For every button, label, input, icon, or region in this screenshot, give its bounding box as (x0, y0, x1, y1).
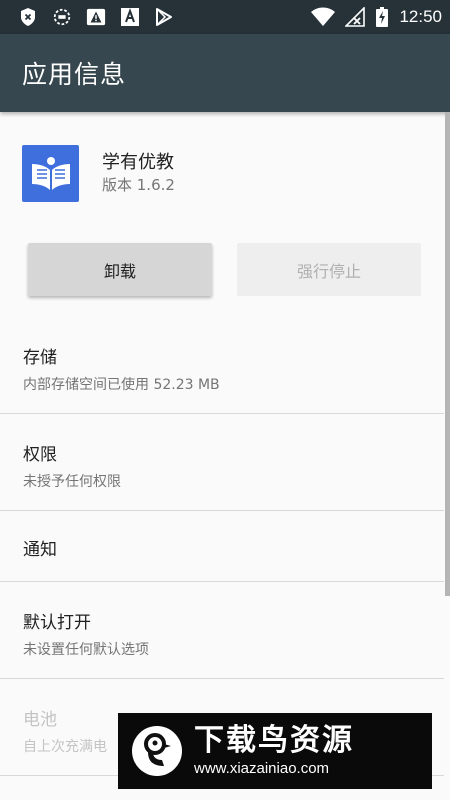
list-item-notifications[interactable]: 通知 (0, 535, 444, 560)
open-book-icon (31, 156, 70, 190)
force-stop-button[interactable]: 强行停止 (237, 243, 421, 296)
divider (0, 678, 444, 679)
battery-charging-icon (375, 7, 389, 27)
notification-icons (18, 7, 174, 27)
list-item-open-by-default[interactable]: 默认打开 未设置任何默认选项 (0, 608, 444, 659)
watermark-banner: 下载鸟资源 www.xiazainiao.com (118, 713, 432, 789)
play-store-icon (154, 7, 174, 27)
clock: 12:50 (399, 7, 442, 26)
row-subtitle: 未授予任何权限 (23, 474, 121, 490)
watermark-name: 下载鸟资源 (194, 723, 354, 758)
divider (0, 413, 444, 414)
watermark-url: www.xiazainiao.com (194, 760, 330, 777)
scrollbar-thumb[interactable] (445, 112, 450, 596)
row-title: 权限 (23, 445, 57, 465)
a-box-icon (120, 7, 140, 27)
wifi-icon (311, 7, 336, 27)
row-subtitle: 内部存储空间已使用 52.23 MB (23, 377, 220, 393)
divider (0, 581, 444, 582)
row-title: 默认打开 (23, 613, 91, 633)
shield-x-icon (18, 7, 38, 27)
alert-triangle-icon (86, 7, 106, 27)
dotted-circle-icon (52, 7, 72, 27)
bird-logo-icon (132, 726, 182, 776)
list-item-permissions[interactable]: 权限 未授予任何权限 (0, 440, 444, 491)
watermark-text: 下载鸟资源 www.xiazainiao.com (194, 723, 354, 779)
uninstall-button[interactable]: 卸载 (28, 243, 212, 296)
system-icons: 12:50 (311, 7, 442, 27)
app-bar: 应用信息 (0, 34, 450, 112)
page-title: 应用信息 (22, 60, 127, 89)
app-name: 学有优教 (102, 152, 174, 173)
row-title: 存储 (23, 348, 57, 368)
app-version: 版本 1.6.2 (102, 176, 175, 194)
divider (0, 510, 444, 511)
status-bar: 12:50 (0, 0, 450, 34)
app-icon (22, 145, 79, 202)
row-title: 通知 (23, 540, 57, 560)
app-header: 学有优教 版本 1.6.2 (0, 112, 450, 222)
no-signal-icon (345, 7, 366, 27)
list-item-storage[interactable]: 存储 内部存储空间已使用 52.23 MB (0, 343, 444, 394)
row-subtitle: 未设置任何默认选项 (23, 642, 149, 658)
